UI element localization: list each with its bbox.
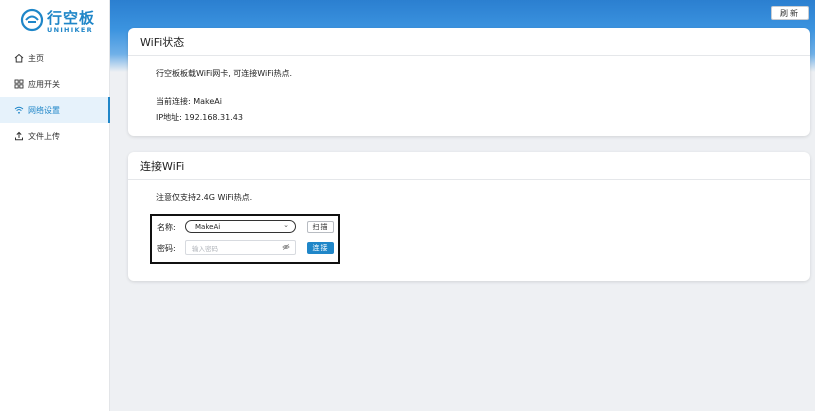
wifi-status-description: 行空板板载WiFi网卡, 可连接WiFi热点. — [156, 69, 293, 78]
wifi-status-card: WiFi状态 行空板板载WiFi网卡, 可连接WiFi热点. 当前连接: Mak… — [128, 28, 810, 136]
password-placeholder: 输入密码 — [192, 244, 218, 253]
logo: 行空板 UNIHIKER — [20, 6, 96, 38]
sidebar-nav: 主页 应用开关 网络设置 文件上传 — [0, 45, 110, 149]
refresh-button[interactable]: 刷新 — [771, 6, 809, 20]
sidebar-item-label: 应用开关 — [28, 79, 60, 89]
scan-button[interactable]: 扫描 — [307, 221, 334, 233]
apps-grid-icon — [13, 79, 24, 90]
logo-text-cn: 行空板 — [47, 9, 96, 27]
current-connection: 当前连接: MakeAi — [156, 97, 223, 106]
home-icon — [13, 53, 24, 64]
password-field[interactable]: 输入密码 — [185, 240, 296, 255]
wifi-icon — [13, 105, 24, 116]
sidebar-item-label: 文件上传 — [28, 131, 60, 141]
sidebar-item-label: 主页 — [28, 53, 44, 63]
connect-wifi-note: 注意仅支持2.4G WiFi热点. — [156, 193, 253, 202]
wifi-status-title: WiFi状态 — [128, 28, 810, 56]
sidebar-item-network[interactable]: 网络设置 — [0, 97, 110, 123]
unihiker-logo-icon — [20, 8, 44, 32]
ssid-label: 名称: — [157, 223, 176, 232]
logo-text-en: UNIHIKER — [47, 26, 93, 34]
sidebar-item-label: 网络设置 — [28, 105, 60, 115]
connect-wifi-title: 连接WiFi — [128, 152, 810, 180]
sidebar-item-home[interactable]: 主页 — [0, 45, 110, 71]
password-label: 密码: — [157, 244, 176, 253]
sidebar: 行空板 UNIHIKER 主页 应用开关 网络设置 文件上传 — [0, 0, 110, 411]
connection-form: 名称: MakeAi ⌄ 扫描 密码: 输入密码 连接 — [150, 214, 340, 264]
chevron-down-icon: ⌄ — [283, 221, 289, 229]
ssid-select-value: MakeAi — [195, 222, 221, 231]
sidebar-item-apps[interactable]: 应用开关 — [0, 71, 110, 97]
eye-slash-icon[interactable] — [282, 243, 290, 253]
ssid-select[interactable]: MakeAi ⌄ — [185, 220, 296, 233]
upload-icon — [13, 131, 24, 142]
connect-wifi-card: 连接WiFi 注意仅支持2.4G WiFi热点. 名称: MakeAi ⌄ 扫描… — [128, 152, 810, 281]
sidebar-item-upload[interactable]: 文件上传 — [0, 123, 110, 149]
connect-button[interactable]: 连接 — [307, 242, 334, 254]
ip-address: IP地址: 192.168.31.43 — [156, 113, 243, 122]
